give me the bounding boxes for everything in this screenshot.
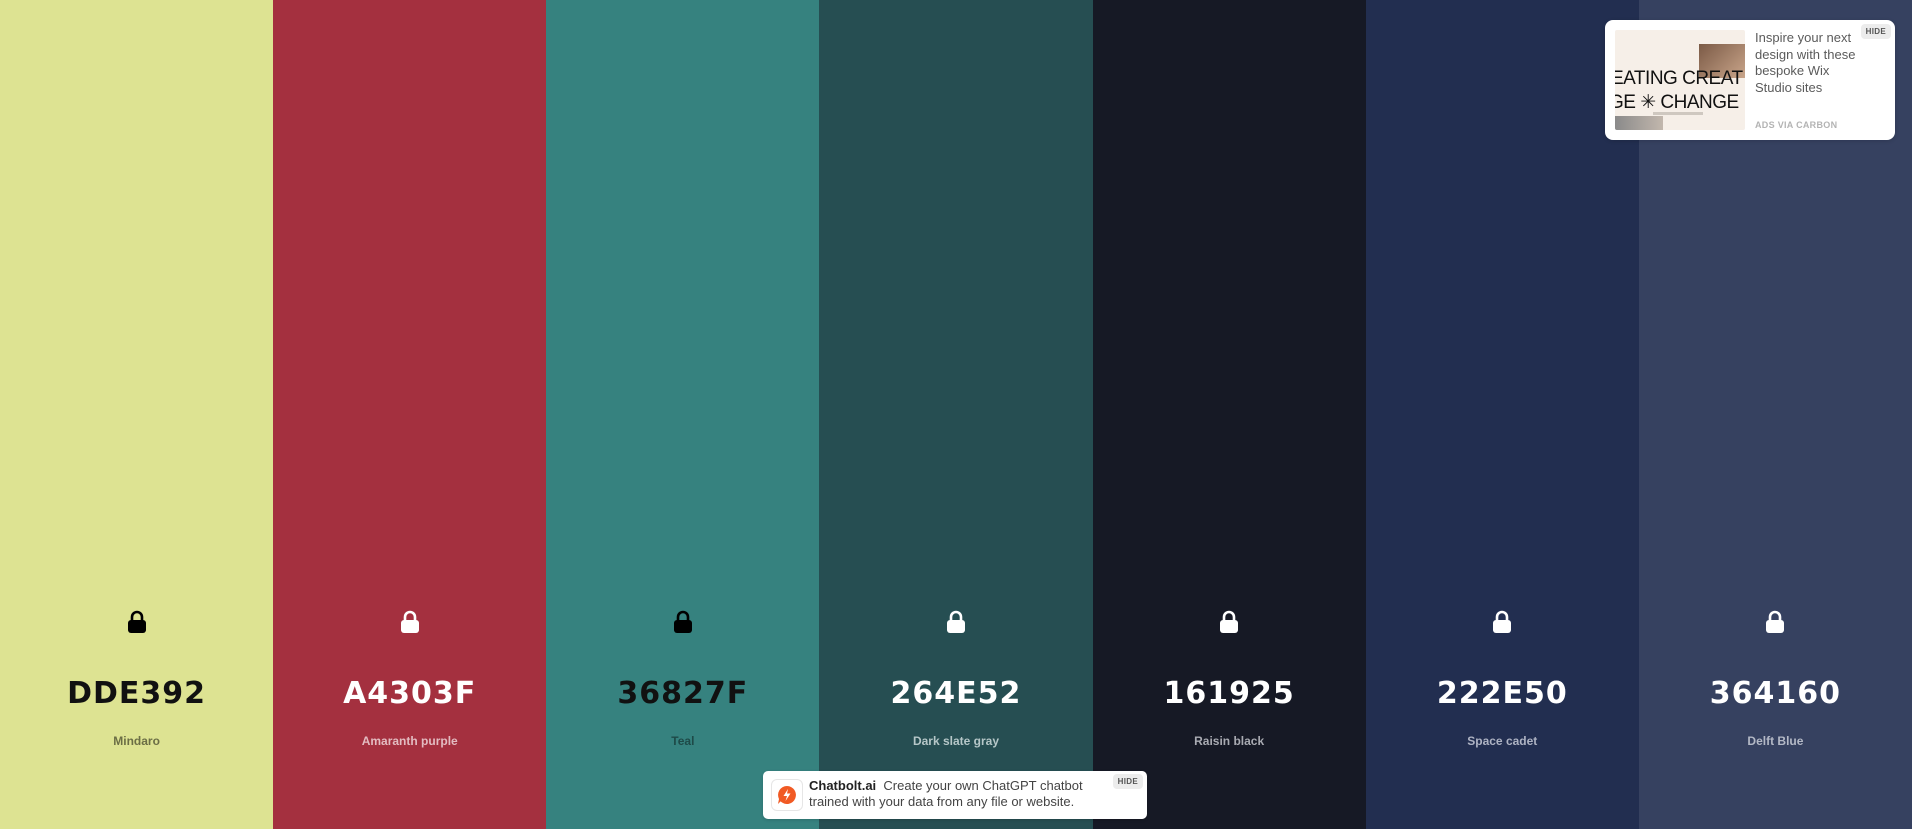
ad-text-link[interactable]: Inspire your next design with these besp… (1755, 30, 1865, 96)
bolt-icon (778, 786, 796, 804)
lock-icon[interactable] (1219, 610, 1239, 634)
ad-image-text: GE ✳ CHANGE (1615, 92, 1739, 113)
hide-banner-button[interactable]: HIDE (1112, 774, 1143, 789)
color-hex-code[interactable]: A4303F (273, 676, 546, 711)
color-name: Amaranth purple (361, 734, 458, 748)
color-swatch-3[interactable]: 36827F Teal (546, 0, 820, 829)
color-swatch-4[interactable]: 264E52 Dark slate gray (819, 0, 1093, 829)
color-name: Dark slate gray (912, 734, 1000, 748)
carbon-ad[interactable]: EATING CREAT GE ✳ CHANGE Inspire your ne… (1605, 20, 1895, 140)
color-name: Space cadet (1467, 734, 1538, 748)
banner-brand: Chatbolt.ai (809, 778, 877, 793)
color-name: Delft Blue (1747, 734, 1804, 748)
lock-icon[interactable] (946, 610, 966, 634)
color-hex-code[interactable]: 161925 (1093, 676, 1366, 711)
color-hex-code[interactable]: 36827F (546, 676, 819, 711)
color-hex-code[interactable]: DDE392 (0, 676, 273, 711)
ad-image-caption (1653, 112, 1703, 115)
color-swatch-1[interactable]: DDE392 Mindaro (0, 0, 274, 829)
ads-via-carbon-link[interactable]: ADS VIA CARBON (1755, 120, 1837, 130)
color-name: Teal (671, 734, 695, 748)
lock-icon[interactable] (1492, 610, 1512, 634)
color-swatch-2[interactable]: A4303F Amaranth purple (273, 0, 547, 829)
chatbolt-logo (771, 779, 803, 811)
lock-icon[interactable] (1765, 610, 1785, 634)
ad-image[interactable]: EATING CREAT GE ✳ CHANGE (1615, 30, 1745, 130)
color-name: Raisin black (1194, 734, 1265, 748)
color-hex-code[interactable]: 264E52 (819, 676, 1092, 711)
color-name: Mindaro (113, 734, 160, 748)
lock-icon[interactable] (400, 610, 420, 634)
ad-photo (1615, 116, 1663, 130)
lock-icon[interactable] (127, 610, 147, 634)
color-swatch-6[interactable]: 222E50 Space cadet (1365, 0, 1639, 829)
ad-image-text: EATING CREAT (1615, 68, 1743, 89)
banner-text[interactable]: Chatbolt.ai Create your own ChatGPT chat… (809, 778, 1099, 810)
hide-ad-button[interactable]: HIDE (1860, 24, 1891, 39)
color-hex-code[interactable]: 222E50 (1366, 676, 1639, 711)
chatbolt-banner[interactable]: Chatbolt.ai Create your own ChatGPT chat… (763, 771, 1147, 819)
color-hex-code[interactable]: 364160 (1639, 676, 1912, 711)
lock-icon[interactable] (673, 610, 693, 634)
color-swatch-5[interactable]: 161925 Raisin black (1092, 0, 1366, 829)
